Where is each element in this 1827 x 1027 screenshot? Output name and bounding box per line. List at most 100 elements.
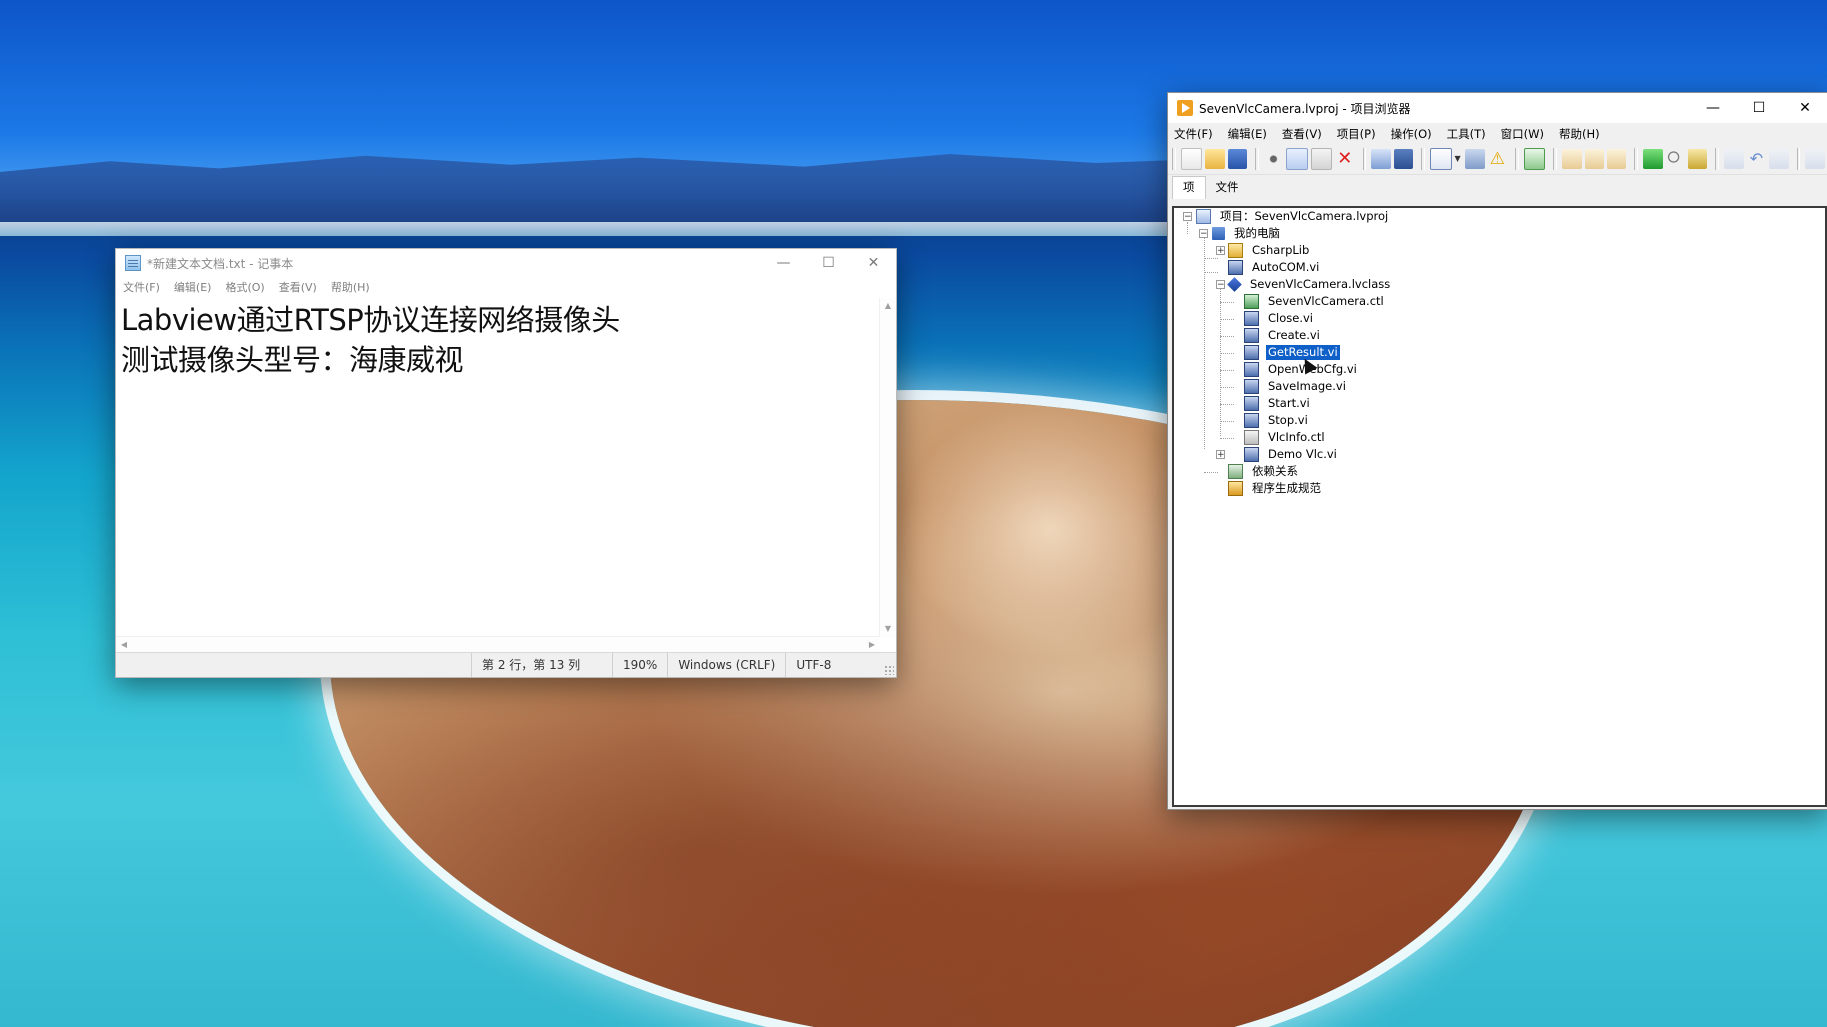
vi-icon <box>1244 447 1259 462</box>
notepad-text-area[interactable]: Labview通过RTSP协议连接网络摄像头 测试摄像头型号：海康威视 <box>116 298 880 637</box>
tree-item-csharplib[interactable]: CsharpLib <box>1228 242 1311 259</box>
undo-icon[interactable]: ↶ <box>1747 149 1766 169</box>
status-line-ending: Windows (CRLF) <box>667 653 785 677</box>
notepad-menu-view[interactable]: 查看(V) <box>279 279 317 295</box>
tree-item-class-member[interactable]: Stop.vi <box>1244 412 1310 429</box>
library-icon <box>1228 243 1243 258</box>
labview-menu-edit[interactable]: 编辑(E) <box>1228 126 1267 142</box>
package-icon[interactable] <box>1643 149 1663 169</box>
collapse-icon[interactable]: − <box>1183 212 1192 222</box>
vi-icon <box>1244 311 1259 326</box>
dropdown-arrow-icon[interactable]: ▼ <box>1455 149 1463 169</box>
expand-icon[interactable]: + <box>1216 246 1225 256</box>
tree-item-build-specs[interactable]: 程序生成规范 <box>1228 480 1323 497</box>
cut-icon[interactable] <box>1264 149 1284 169</box>
tree-item-class-member[interactable]: Close.vi <box>1244 310 1315 327</box>
notepad-app-icon <box>125 255 141 271</box>
copy-icon[interactable] <box>1286 148 1308 170</box>
notepad-titlebar[interactable]: *新建文本文档.txt - 记事本 — ☐ ✕ <box>116 249 896 277</box>
scroll-down-arrow-icon[interactable]: ▼ <box>880 621 896 637</box>
tree-item-class-member[interactable]: SevenVlcCamera.ctl <box>1244 293 1386 310</box>
notepad-horizontal-scrollbar[interactable]: ◀ ▶ <box>116 636 880 653</box>
run-icon[interactable] <box>1724 149 1744 169</box>
labview-minimize-button[interactable]: — <box>1690 93 1736 123</box>
notepad-statusbar: 第 2 行，第 13 列 190% Windows (CRLF) UTF-8 <box>116 652 896 677</box>
vi-icon <box>1228 260 1243 275</box>
tree-item-class-member[interactable]: Start.vi <box>1244 395 1312 412</box>
notepad-menu-edit[interactable]: 编辑(E) <box>174 279 212 295</box>
scroll-up-arrow-icon[interactable]: ▲ <box>880 298 896 314</box>
tree-item-class-member[interactable]: Create.vi <box>1244 327 1322 344</box>
save-all-icon[interactable] <box>1227 149 1248 169</box>
project-tree[interactable]: − − + − + 项目：SevenVlcCamera.lvproj 我的电脑 … <box>1172 206 1827 807</box>
tree-item-autocom[interactable]: AutoCOM.vi <box>1228 259 1321 276</box>
collapse-icon[interactable]: − <box>1216 280 1225 290</box>
notepad-menu-help[interactable]: 帮助(H) <box>331 279 370 295</box>
filter-icon[interactable] <box>1465 149 1485 169</box>
labview-menu-tools[interactable]: 工具(T) <box>1447 126 1486 142</box>
labview-toolbar: ✕ ▼ ⚠ ↶ <box>1168 144 1827 175</box>
status-cursor-position: 第 2 行，第 13 列 <box>471 653 612 677</box>
notepad-vertical-scrollbar[interactable]: ▲ ▼ <box>879 298 896 637</box>
scroll-left-arrow-icon[interactable]: ◀ <box>116 637 132 653</box>
collapse-icon[interactable]: − <box>1199 229 1208 239</box>
open-folder-icon[interactable] <box>1205 149 1225 169</box>
vi-icon <box>1244 379 1259 394</box>
notepad-menu-file[interactable]: 文件(F) <box>123 279 160 295</box>
vi-icon <box>1244 345 1259 360</box>
build-icon[interactable] <box>1523 148 1546 170</box>
resize-grip-icon[interactable] <box>884 665 894 675</box>
vi-icon <box>1244 396 1259 411</box>
labview-title: SevenVlcCamera.lvproj - 项目浏览器 <box>1199 101 1411 116</box>
labview-close-button[interactable]: ✕ <box>1782 93 1827 123</box>
tab-items[interactable]: 项 <box>1172 176 1206 199</box>
labview-menu-window[interactable]: 窗口(W) <box>1501 126 1544 142</box>
search-icon[interactable] <box>1665 149 1686 169</box>
labview-titlebar[interactable]: SevenVlcCamera.lvproj - 项目浏览器 — ☐ ✕ <box>1168 93 1827 123</box>
labview-menu-help[interactable]: 帮助(H) <box>1559 126 1600 142</box>
save-icon[interactable] <box>1393 149 1414 169</box>
labview-logo-icon <box>1177 100 1193 116</box>
labview-maximize-button[interactable]: ☐ <box>1736 93 1782 123</box>
labview-menu-project[interactable]: 项目(P) <box>1337 126 1376 142</box>
labview-project-window: SevenVlcCamera.lvproj - 项目浏览器 — ☐ ✕ 文件(F… <box>1167 92 1827 810</box>
project-icon <box>1196 209 1211 224</box>
delete-icon[interactable]: ✕ <box>1335 149 1354 169</box>
checkin-icon[interactable] <box>1607 149 1627 169</box>
warning-icon[interactable]: ⚠ <box>1488 149 1507 169</box>
scroll-right-arrow-icon[interactable]: ▶ <box>864 637 880 653</box>
tree-item-class-member[interactable]: VlcInfo.ctl <box>1244 429 1327 446</box>
notepad-minimize-button[interactable]: — <box>761 249 806 277</box>
tree-item-class-member-selected[interactable]: GetResult.vi <box>1244 344 1341 361</box>
tree-item-lvclass[interactable]: SevenVlcCamera.lvclass <box>1227 276 1392 293</box>
tree-item-class-member[interactable]: SaveImage.vi <box>1244 378 1348 395</box>
labview-menu-operate[interactable]: 操作(O) <box>1391 126 1432 142</box>
vi-icon <box>1244 413 1259 428</box>
new-file-icon[interactable] <box>1180 148 1203 170</box>
hierarchy-icon[interactable] <box>1688 149 1708 169</box>
add-item-icon[interactable] <box>1371 149 1391 169</box>
tree-item-class-member[interactable]: Demo Vlc.vi <box>1244 446 1339 463</box>
tree-item-dependencies[interactable]: 依赖关系 <box>1228 463 1300 480</box>
checkout-icon[interactable] <box>1584 149 1604 169</box>
notepad-maximize-button[interactable]: ☐ <box>806 249 851 277</box>
source-control-icon[interactable] <box>1562 149 1582 169</box>
labview-menubar: 文件(F) 编辑(E) 查看(V) 项目(P) 操作(O) 工具(T) 窗口(W… <box>1168 123 1827 144</box>
labview-menu-file[interactable]: 文件(F) <box>1174 126 1213 142</box>
paste-icon[interactable] <box>1310 148 1333 170</box>
notepad-menu-format[interactable]: 格式(O) <box>225 279 264 295</box>
tree-item-my-computer[interactable]: 我的电脑 <box>1212 225 1282 242</box>
labview-menu-view[interactable]: 查看(V) <box>1282 126 1322 142</box>
help-icon[interactable] <box>1805 149 1825 169</box>
expand-icon[interactable]: + <box>1216 450 1225 460</box>
tree-item-project[interactable]: 项目：SevenVlcCamera.lvproj <box>1196 208 1390 225</box>
control-icon <box>1244 294 1259 309</box>
view-grid-icon[interactable] <box>1430 148 1452 170</box>
build-specs-icon <box>1228 481 1243 496</box>
notepad-close-button[interactable]: ✕ <box>851 249 896 277</box>
control-icon <box>1244 430 1259 445</box>
tab-files[interactable]: 文件 <box>1206 177 1249 199</box>
notepad-title: *新建文本文档.txt - 记事本 <box>147 256 294 271</box>
vi-icon <box>1244 362 1259 377</box>
redo-icon[interactable] <box>1769 149 1789 169</box>
